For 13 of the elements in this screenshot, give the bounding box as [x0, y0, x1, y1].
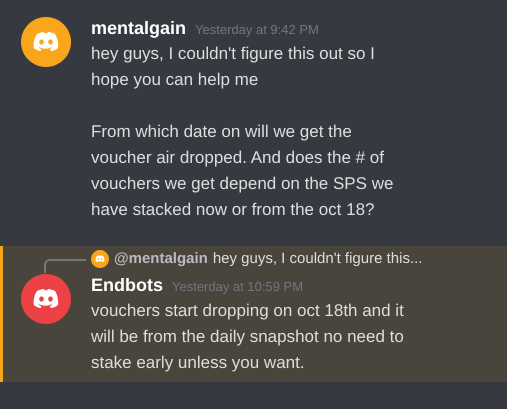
avatar-icon[interactable]	[91, 250, 109, 268]
author-name[interactable]: mentalgain	[91, 15, 186, 42]
reply-preview[interactable]: hey guys, I couldn't figure this...	[212, 248, 422, 270]
author-name[interactable]: Endbots	[91, 272, 163, 299]
reply-connector	[44, 259, 86, 273]
timestamp: Yesterday at 9:42 PM	[195, 21, 319, 39]
avatar-icon[interactable]	[21, 274, 71, 324]
timestamp: Yesterday at 10:59 PM	[172, 278, 304, 296]
message-text: hey guys, I couldn't figure this out so I hope you can help me	[91, 43, 376, 91]
reply-author[interactable]: @mentalgain	[114, 248, 208, 270]
message-text: From which date on will we get the voucher air dropped. And does the # of vouchers we get depend on the SPS we have stacked now or from the oct 18?	[91, 121, 394, 221]
avatar-icon[interactable]	[21, 17, 71, 67]
message-text: vouchers start dropping on oct 18th and it will be from the daily snapshot no need to stake early unless you want.	[91, 300, 405, 374]
